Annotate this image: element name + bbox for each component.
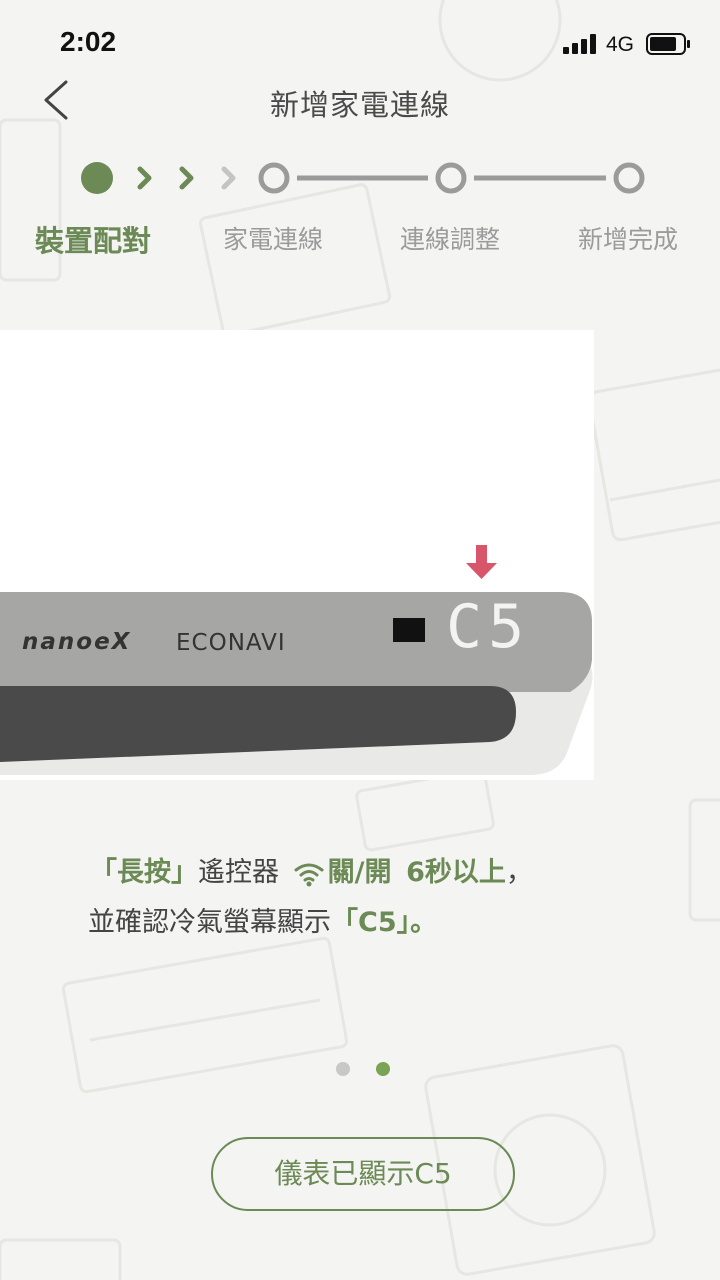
battery-icon <box>646 33 690 55</box>
signal-icon <box>563 34 596 54</box>
step-label-connect: 家電連線 <box>223 225 324 254</box>
status-time: 2:02 <box>60 26 117 57</box>
wifi-icon <box>294 863 324 886</box>
duration-text: 6秒以上 <box>406 857 506 888</box>
instruction-line-2: 並確認冷氣螢幕顯示「C5」。 <box>88 907 438 938</box>
ac-unit-drawing <box>0 330 594 780</box>
status-bar: 2:02 4G <box>0 0 720 90</box>
page-title: 新增家電連線 <box>269 88 450 122</box>
brand-econavi: ECONAVI <box>176 630 286 656</box>
confirm-code: C5 <box>358 907 397 938</box>
progress-stepper: 裝置配對 家電連線 連線調整 新增完成 <box>0 150 720 270</box>
step-label-complete: 新增完成 <box>578 225 679 254</box>
step-label-adjust: 連線調整 <box>400 225 501 254</box>
page-dot-2[interactable] <box>376 1062 390 1076</box>
chevron-2-icon <box>179 166 194 190</box>
brand-nanoex: nanoeX <box>22 629 132 655</box>
display-shows-c5-button[interactable]: 儀表已顯示C5 <box>211 1137 515 1211</box>
indicator-light <box>393 618 425 642</box>
network-type: 4G <box>606 33 635 56</box>
ac-unit-illustration: nanoeX ECONAVI C5 <box>0 330 600 780</box>
chevron-1-icon <box>137 166 152 190</box>
step-1-indicator <box>81 162 113 194</box>
step-4-indicator <box>613 162 645 194</box>
page-dot-1[interactable] <box>336 1062 350 1076</box>
step-3-indicator <box>435 162 467 194</box>
display-code: C5 <box>446 592 531 662</box>
press-action: 長按 <box>117 857 171 888</box>
instruction-line-1: 「長按」遙控器 關/開 6秒以上， <box>90 857 533 888</box>
power-button-name: 關/開 <box>327 857 392 888</box>
step-label-pairing: 裝置配對 <box>35 224 152 258</box>
step-2-indicator <box>258 162 290 194</box>
stepper-track <box>81 162 645 194</box>
chevron-3-icon <box>221 166 236 190</box>
